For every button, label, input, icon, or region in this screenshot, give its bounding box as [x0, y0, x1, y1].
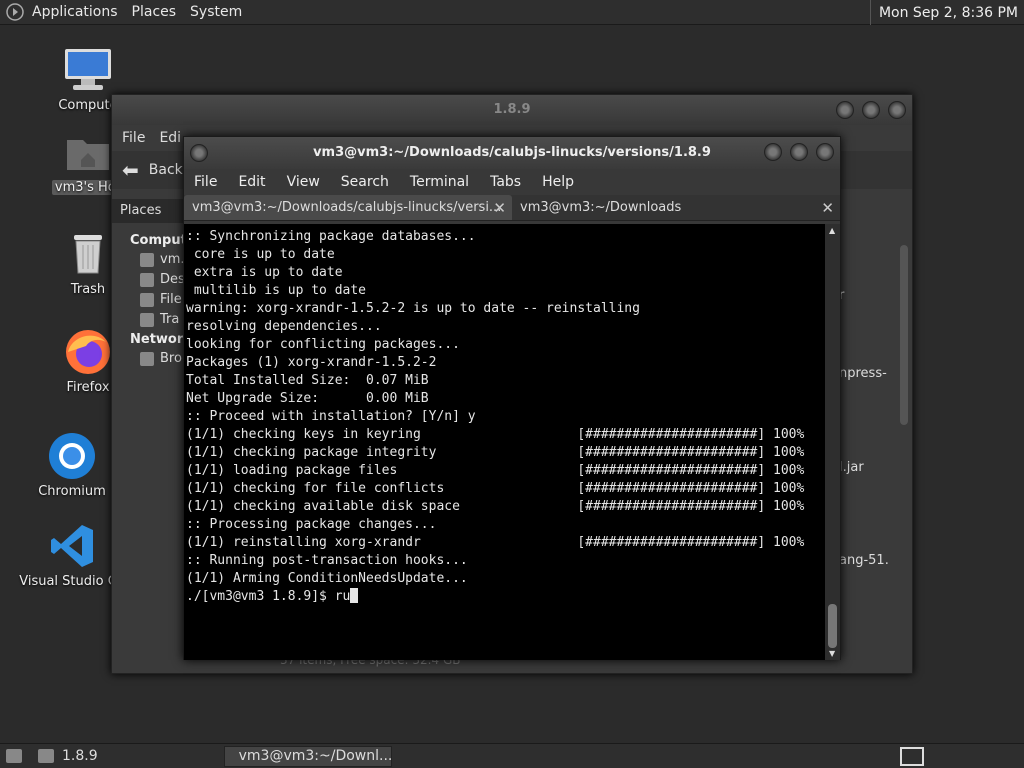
home-icon — [140, 252, 154, 267]
bottom-panel: 1.8.9 vm3@vm3:~/Downl... — [0, 743, 1024, 768]
firefox-icon — [62, 326, 114, 378]
terminal-line: :: Running post-transaction hooks... — [186, 553, 468, 568]
show-desktop-button[interactable] — [0, 746, 32, 767]
window-title: vm3@vm3:~/Downloads/calubjs-linucks/vers… — [313, 145, 711, 160]
terminal-line: :: Processing package changes... — [186, 517, 437, 532]
menu-edit[interactable]: Edit — [238, 174, 265, 190]
close-button[interactable] — [888, 101, 906, 119]
terminal-line: Net Upgrade Size: 0.00 MiB — [186, 391, 429, 406]
terminal-line: (1/1) checking for file conflicts [#####… — [186, 481, 805, 496]
scroll-down-arrow-icon[interactable]: ▼ — [829, 649, 835, 658]
trash-icon — [62, 228, 114, 280]
terminal-prompt-line[interactable]: ./[vm3@vm3 1.8.9]$ ru — [186, 588, 825, 606]
menu-edit[interactable]: Edi — [159, 130, 181, 146]
terminal-tab-bar: vm3@vm3:~/Downloads/calubjs-linucks/vers… — [184, 195, 840, 221]
home-folder-icon — [62, 126, 114, 178]
terminal-line: multilib is up to date — [186, 283, 367, 298]
terminal-line: (1/1) Arming ConditionNeedsUpdate... — [186, 571, 468, 586]
taskbar-label: 1.8.9 — [62, 748, 98, 764]
menu-terminal[interactable]: Terminal — [410, 174, 469, 190]
sidebar-item-label: vm. — [160, 252, 185, 267]
tab-close-icon[interactable]: ✕ — [821, 199, 834, 217]
file-label-fragment[interactable]: ang-51. — [839, 553, 889, 568]
terminal-line: :: Synchronizing package databases... — [186, 229, 476, 244]
desktop-icon-vscode[interactable]: Visual Studio Co — [18, 520, 126, 589]
menu-tabs[interactable]: Tabs — [490, 174, 521, 190]
places-menu[interactable]: Places — [132, 4, 177, 20]
scrollbar-thumb[interactable] — [828, 604, 837, 648]
applications-menu[interactable]: Applications — [32, 4, 118, 20]
terminal-line: resolving dependencies... — [186, 319, 382, 334]
terminal-line: (1/1) checking available disk space [###… — [186, 499, 805, 514]
menu-file[interactable]: File — [122, 130, 145, 146]
file-label-fragment[interactable]: npress- — [839, 366, 887, 381]
close-button[interactable] — [816, 143, 834, 161]
distro-logo-icon[interactable] — [4, 1, 26, 23]
terminal-line: (1/1) checking package integrity [######… — [186, 445, 805, 460]
sidebar-item-label: Bro — [160, 351, 182, 366]
terminal-output[interactable]: :: Synchronizing package databases... co… — [184, 224, 827, 660]
terminal-line: Packages (1) xorg-xrandr-1.5.2-2 — [186, 355, 437, 370]
tab-downloads[interactable]: vm3@vm3:~/Downloads ✕ — [512, 195, 840, 220]
menu-file[interactable]: File — [194, 174, 217, 190]
terminal-line: looking for conflicting packages... — [186, 337, 460, 352]
chromium-icon — [46, 430, 98, 482]
sidebar-item-label: Des — [160, 272, 185, 287]
vscode-icon — [46, 520, 98, 572]
terminal-window[interactable]: vm3@vm3:~/Downloads/calubjs-linucks/vers… — [183, 136, 841, 660]
top-panel: Applications Places System Mon Sep 2, 8:… — [0, 0, 1024, 25]
terminal-line: (1/1) loading package files [###########… — [186, 463, 805, 478]
show-desktop-icon — [6, 749, 22, 763]
folder-icon — [38, 749, 54, 763]
terminal-line: (1/1) checking keys in keyring [########… — [186, 427, 805, 442]
window-menu-button[interactable] — [190, 144, 208, 162]
sidebar-item-label: Tra — [160, 312, 180, 327]
terminal-titlebar[interactable]: vm3@vm3:~/Downloads/calubjs-linucks/vers… — [184, 137, 840, 169]
back-button[interactable]: Back — [149, 162, 183, 178]
desktop-icon-chromium[interactable]: Chromium — [22, 430, 122, 499]
taskbar-label: vm3@vm3:~/Downl... — [238, 748, 393, 764]
scroll-up-arrow-icon[interactable]: ▲ — [829, 226, 835, 235]
file-label-fragment[interactable]: l.jar — [839, 460, 864, 475]
menu-search[interactable]: Search — [341, 174, 389, 190]
window-title: 1.8.9 — [493, 102, 531, 117]
trash-icon — [140, 312, 154, 327]
maximize-button[interactable] — [862, 101, 880, 119]
desktop-icon-label: Chromium — [38, 484, 106, 499]
network-icon — [140, 351, 154, 366]
terminal-line: core is up to date — [186, 247, 335, 262]
terminal-line: extra is up to date — [186, 265, 343, 280]
text-cursor — [350, 588, 359, 603]
taskbar-item-terminal[interactable]: vm3@vm3:~/Downl... — [223, 745, 393, 767]
file-manager-titlebar[interactable]: 1.8.9 — [112, 95, 912, 125]
minimize-button[interactable] — [836, 101, 854, 119]
tab-versions[interactable]: vm3@vm3:~/Downloads/calubjs-linucks/vers… — [184, 195, 512, 220]
menu-view[interactable]: View — [287, 174, 320, 190]
terminal-menubar: File Edit View Search Terminal Tabs Help — [184, 169, 840, 195]
desktop-icon-label: Visual Studio Co — [19, 574, 125, 589]
menu-help[interactable]: Help — [542, 174, 574, 190]
sidebar-item-label: File — [160, 292, 182, 307]
terminal-line: (1/1) reinstalling xorg-xrandr [########… — [186, 535, 805, 550]
workspace-switcher[interactable] — [900, 747, 924, 766]
tab-label: vm3@vm3:~/Downloads/calubjs-linucks/vers… — [192, 200, 502, 215]
desktop-icon — [140, 272, 154, 287]
terminal-line: :: Proceed with installation? [Y/n] y — [186, 409, 476, 424]
terminal-scrollbar[interactable]: ▲ ▼ — [825, 224, 840, 660]
terminal-line: Total Installed Size: 0.07 MiB — [186, 373, 429, 388]
system-menu[interactable]: System — [190, 4, 242, 20]
filesystem-icon — [140, 292, 154, 307]
tab-label: vm3@vm3:~/Downloads — [520, 200, 682, 215]
back-arrow-icon[interactable]: ⬅ — [122, 158, 139, 182]
file-manager-scrollbar[interactable] — [900, 245, 908, 425]
minimize-button[interactable] — [764, 143, 782, 161]
terminal-prompt: ./[vm3@vm3 1.8.9]$ ru — [186, 589, 351, 604]
maximize-button[interactable] — [790, 143, 808, 161]
computer-icon — [62, 44, 114, 96]
terminal-line: warning: xorg-xrandr-1.5.2-2 is up to da… — [186, 301, 640, 316]
clock[interactable]: Mon Sep 2, 8:36 PM — [869, 0, 1024, 25]
tab-close-icon[interactable]: ✕ — [493, 199, 506, 217]
taskbar-item-file-manager[interactable]: 1.8.9 — [32, 746, 104, 767]
